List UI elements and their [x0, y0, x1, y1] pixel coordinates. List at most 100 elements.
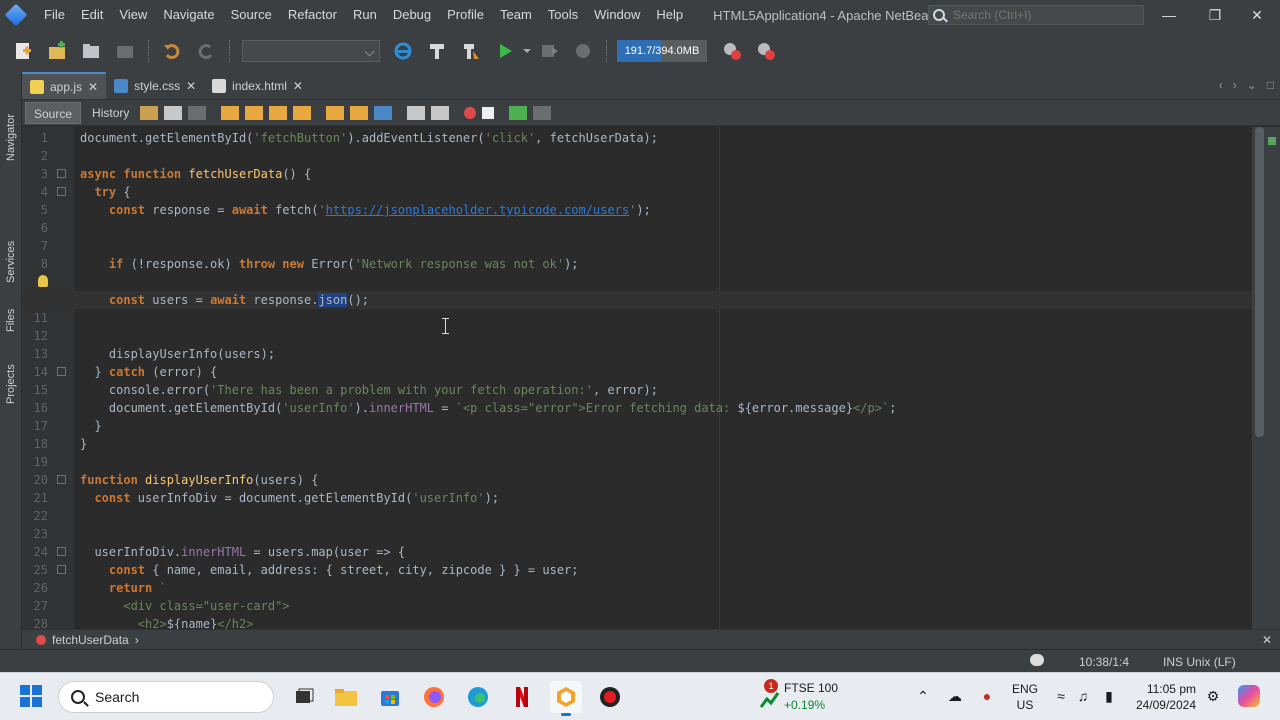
shift-left-icon[interactable]: [407, 105, 426, 120]
back-icon[interactable]: [164, 105, 183, 120]
fold-toggle-icon[interactable]: [57, 187, 66, 196]
menu-profile[interactable]: Profile: [439, 0, 492, 30]
line-number[interactable]: 22: [22, 507, 48, 525]
code-line[interactable]: 6: [22, 219, 1252, 237]
code-line[interactable]: 25 const { name, email, address: { stree…: [22, 561, 1252, 579]
restore-button[interactable]: ❐: [1192, 0, 1238, 30]
new-project-icon[interactable]: [44, 38, 70, 64]
code-line[interactable]: 17 }: [22, 417, 1252, 435]
code-line[interactable]: [22, 273, 1252, 291]
code-line[interactable]: 14 } catch (error) {: [22, 363, 1252, 381]
menu-view[interactable]: View: [111, 0, 155, 30]
code-line[interactable]: 23: [22, 525, 1252, 543]
firefox-icon[interactable]: [418, 681, 450, 713]
side-tab-files[interactable]: Files: [0, 300, 22, 340]
minimize-button[interactable]: —: [1146, 0, 1192, 30]
hint-lightbulb-icon[interactable]: [38, 275, 48, 287]
fold-toggle-icon[interactable]: [57, 565, 66, 574]
code-line[interactable]: 4 try {: [22, 183, 1252, 201]
code-line[interactable]: 21 const userInfoDiv = document.getEleme…: [22, 489, 1252, 507]
menu-team[interactable]: Team: [492, 0, 540, 30]
code-line[interactable]: 27 <div class="user-card">: [22, 597, 1252, 615]
file-explorer-icon[interactable]: [330, 681, 362, 713]
close-tab-icon[interactable]: ✕: [293, 79, 303, 93]
last-edit-icon[interactable]: [140, 105, 159, 120]
menu-source[interactable]: Source: [223, 0, 280, 30]
line-number[interactable]: 19: [22, 453, 48, 471]
side-tab-navigator[interactable]: Navigator: [0, 102, 22, 172]
code-line[interactable]: 3 async function fetchUserData() {: [22, 165, 1252, 183]
line-number[interactable]: 13: [22, 345, 48, 363]
code-line[interactable]: 19: [22, 453, 1252, 471]
line-number[interactable]: 14: [22, 363, 48, 381]
run-dropdown-icon[interactable]: [522, 38, 532, 64]
cloud-icon[interactable]: ☁: [946, 687, 964, 705]
chevron-right-icon[interactable]: ›: [1233, 78, 1237, 92]
line-number[interactable]: 17: [22, 417, 48, 435]
menu-debug[interactable]: Debug: [385, 0, 439, 30]
taskbar-search[interactable]: Search: [58, 681, 274, 713]
line-number[interactable]: 23: [22, 525, 48, 543]
menu-edit[interactable]: Edit: [73, 0, 111, 30]
code-editor[interactable]: 1 document.getElementById('fetchButton').…: [22, 127, 1252, 629]
previous-bookmark-icon[interactable]: [326, 105, 345, 120]
settings-icon[interactable]: ⚙: [1204, 687, 1222, 705]
line-number[interactable]: 27: [22, 597, 48, 615]
code-line[interactable]: 18}: [22, 435, 1252, 453]
recorder-icon[interactable]: [594, 681, 626, 713]
line-number[interactable]: 2: [22, 147, 48, 165]
line-number[interactable]: 1: [22, 129, 48, 147]
fold-toggle-icon[interactable]: [57, 547, 66, 556]
windows-start-icon[interactable]: [20, 685, 42, 707]
history-tab[interactable]: History: [84, 102, 137, 124]
line-number[interactable]: 11: [22, 309, 48, 327]
system-clock[interactable]: 11:05 pm 24/09/2024: [1134, 681, 1196, 713]
error-stripe-ok-icon[interactable]: [1268, 137, 1276, 145]
config-select[interactable]: [242, 40, 380, 62]
code-line[interactable]: 7: [22, 237, 1252, 255]
gc-icon[interactable]: [719, 38, 745, 64]
fold-toggle-icon[interactable]: [57, 475, 66, 484]
code-line[interactable]: const users = await response.json();: [22, 291, 1252, 309]
find-next-icon[interactable]: [269, 105, 288, 120]
line-number[interactable]: 18: [22, 435, 48, 453]
line-number[interactable]: 26: [22, 579, 48, 597]
line-number[interactable]: 16: [22, 399, 48, 417]
line-number[interactable]: 24: [22, 543, 48, 561]
open-project-icon[interactable]: [78, 38, 104, 64]
close-project-icon[interactable]: [112, 38, 138, 64]
close-tab-icon[interactable]: ✕: [186, 79, 196, 93]
code-line[interactable]: 12: [22, 327, 1252, 345]
line-number[interactable]: 7: [22, 237, 48, 255]
line-number[interactable]: 15: [22, 381, 48, 399]
line-number[interactable]: 4: [22, 183, 48, 201]
menu-file[interactable]: File: [36, 0, 73, 30]
code-line[interactable]: 20 function displayUserInfo(users) {: [22, 471, 1252, 489]
code-line[interactable]: 2: [22, 147, 1252, 165]
notifications-icon[interactable]: [1030, 654, 1044, 666]
memory-indicator[interactable]: 191.7/394.0MB: [617, 40, 707, 62]
redo-icon[interactable]: [193, 38, 219, 64]
close-window-button[interactable]: ✕: [1234, 0, 1280, 30]
find-icon[interactable]: [221, 105, 240, 120]
line-number[interactable]: 6: [22, 219, 48, 237]
build-hammer-icon[interactable]: [424, 38, 450, 64]
code-line[interactable]: 15 console.error('There has been a probl…: [22, 381, 1252, 399]
code-line[interactable]: 1 document.getElementById('fetchButton').…: [22, 129, 1252, 147]
line-number[interactable]: 3: [22, 165, 48, 183]
store-icon[interactable]: [374, 681, 406, 713]
line-number[interactable]: 20: [22, 471, 48, 489]
browser-icon[interactable]: [390, 38, 416, 64]
line-number[interactable]: 5: [22, 201, 48, 219]
chevron-right-icon[interactable]: ›: [135, 633, 139, 647]
stop-macro-icon[interactable]: [482, 106, 495, 119]
debug-icon[interactable]: [536, 38, 562, 64]
code-line[interactable]: 11: [22, 309, 1252, 327]
copilot-icon[interactable]: [1238, 685, 1260, 707]
chevron-down-icon[interactable]: ⌄: [1247, 78, 1257, 92]
line-number[interactable]: 12: [22, 327, 48, 345]
netflix-icon[interactable]: [506, 681, 538, 713]
source-tab[interactable]: Source: [25, 101, 82, 124]
code-line[interactable]: 16 document.getElementById('userInfo').i…: [22, 399, 1252, 417]
undo-icon[interactable]: [159, 38, 185, 64]
